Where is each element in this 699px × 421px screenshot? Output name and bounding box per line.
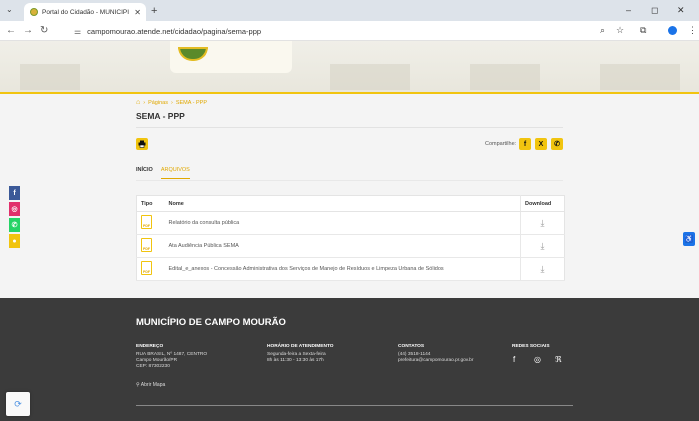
new-tab-button[interactable]: + <box>151 5 157 17</box>
skyline-decoration <box>330 64 410 90</box>
back-arrow-icon[interactable]: ← <box>6 25 16 36</box>
table-row: Edital_e_anexos - Concessão Administrati… <box>136 257 565 281</box>
coat-of-arms-icon <box>178 47 208 61</box>
footer: MUNICÍPIO DE CAMPO MOURÃO ENDEREÇO RUA B… <box>0 298 699 421</box>
share-whatsapp-button[interactable]: ✆ <box>551 138 563 150</box>
pdf-file-icon <box>141 215 152 229</box>
home-icon[interactable]: ⌂ <box>136 99 140 106</box>
download-cell: ⤓ <box>520 257 565 281</box>
close-window-button[interactable]: ✕ <box>677 5 685 16</box>
print-button[interactable] <box>136 138 148 150</box>
side-whatsapp-button[interactable]: ✆ <box>9 218 20 232</box>
forward-arrow-icon[interactable]: → <box>23 25 33 36</box>
skyline-decoration <box>600 64 680 90</box>
table-row: Ata Audiência Pública SEMA ⤓ <box>136 234 565 258</box>
browser-tab[interactable]: Portal do Cidadão - MUNICIPI ✕ <box>24 3 146 21</box>
share-label: Compartilhe: <box>485 141 517 147</box>
address-bar: ← → ↻ ⚌ campomourao.atende.net/cidadao/p… <box>0 21 699 41</box>
accessibility-button[interactable]: ♿ <box>683 232 695 246</box>
footer-address-heading: ENDEREÇO <box>136 344 164 349</box>
tab-title: Portal do Cidadão - MUNICIPI <box>42 8 130 16</box>
map-pin-icon: ⚲ <box>136 382 140 388</box>
open-map-link[interactable]: ⚲ Abrir Mapa <box>136 382 165 388</box>
breadcrumb-item-current[interactable]: SEMA - PPP <box>176 100 207 106</box>
side-facebook-button[interactable]: f <box>9 186 20 200</box>
favicon-icon <box>30 8 38 16</box>
pdf-file-icon <box>141 238 152 252</box>
download-icon[interactable]: ⤓ <box>541 241 545 251</box>
instagram-icon[interactable]: ◎ <box>534 355 541 364</box>
url-text: campomourao.atende.net/cidadao/pagina/se… <box>87 26 262 36</box>
zoom-icon[interactable]: ⌕ <box>600 25 605 36</box>
page-title: SEMA - PPP <box>136 111 185 121</box>
bookmark-star-icon[interactable]: ☆ <box>616 25 624 36</box>
files-table: Tipo Nome Download Relatório da consulta… <box>136 195 565 281</box>
header-banner <box>0 41 699 94</box>
breadcrumb-item-paginas[interactable]: Páginas <box>148 100 168 106</box>
divider <box>136 127 563 128</box>
download-cell: ⤓ <box>520 211 565 235</box>
footer-divider <box>136 405 573 406</box>
side-instagram-button[interactable]: ◎ <box>9 202 20 216</box>
file-type-cell <box>136 257 165 281</box>
table-row: Relatório da consulta pública ⤓ <box>136 211 565 235</box>
download-icon[interactable]: ⤓ <box>541 218 545 228</box>
profile-avatar[interactable] <box>668 26 677 35</box>
download-cell: ⤓ <box>520 234 565 258</box>
footer-hours: HORÁRIO DE ATENDIMENTO Segunda-feira a S… <box>267 344 334 364</box>
footer-email[interactable]: prefeitura@campomourao.pr.gov.br <box>398 358 473 364</box>
recaptcha-badge[interactable]: ⟳ <box>6 392 30 416</box>
extensions-icon[interactable]: ⧉ <box>640 25 646 36</box>
tab-close-icon[interactable]: ✕ <box>134 8 141 17</box>
main-content: ⌂ › Páginas › SEMA - PPP SEMA - PPP Comp… <box>0 94 699 298</box>
file-name-link[interactable]: Relatório da consulta pública <box>164 211 521 235</box>
pdf-file-icon <box>141 261 152 275</box>
url-field[interactable]: ⚌ campomourao.atende.net/cidadao/pagina/… <box>64 23 624 39</box>
download-icon[interactable]: ⤓ <box>541 264 545 274</box>
footer-social: REDES SOCIAIS <box>512 344 550 352</box>
footer-address-line: CEP: 87302230 <box>136 364 170 369</box>
file-name-link[interactable]: Ata Audiência Pública SEMA <box>164 234 521 258</box>
column-header-type: Tipo <box>136 195 165 212</box>
reload-icon[interactable]: ↻ <box>40 25 48 36</box>
breadcrumb-separator: › <box>143 99 146 106</box>
minimize-button[interactable]: – <box>626 5 631 15</box>
printer-icon <box>138 140 146 148</box>
maximize-button[interactable]: ◻ <box>651 5 658 16</box>
content-tabs: INÍCIO ARQUIVOS <box>136 167 190 179</box>
share-facebook-button[interactable]: f <box>519 138 531 150</box>
side-chat-button[interactable]: ● <box>9 234 20 248</box>
municipality-logo[interactable] <box>170 41 292 73</box>
divider <box>136 180 563 181</box>
footer-title: MUNICÍPIO DE CAMPO MOURÃO <box>136 317 286 328</box>
tab-search-icon[interactable]: ⌄ <box>6 5 13 14</box>
breadcrumb-separator: › <box>170 99 173 106</box>
skyline-decoration <box>470 64 540 90</box>
share-x-button[interactable]: X <box>535 138 547 150</box>
footer-social-heading: REDES SOCIAIS <box>512 344 550 349</box>
footer-contacts: CONTATOS (44) 3518-1144 prefeitura@campo… <box>398 344 473 364</box>
breadcrumb: ⌂ › Páginas › SEMA - PPP <box>136 99 207 106</box>
tab-arquivos[interactable]: ARQUIVOS <box>160 167 190 179</box>
footer-address: ENDEREÇO RUA BRASIL, Nº 1487, CENTRO Cam… <box>136 344 207 370</box>
facebook-icon[interactable]: f <box>513 355 515 364</box>
file-type-cell <box>136 234 165 258</box>
site-settings-icon[interactable]: ⚌ <box>74 27 81 36</box>
open-map-label: Abrir Mapa <box>140 382 166 388</box>
footer-hours-heading: HORÁRIO DE ATENDIMENTO <box>267 344 334 349</box>
footer-hours-line: 8h às 11:30 - 13:30 às 17h <box>267 358 324 363</box>
footer-contacts-heading: CONTATOS <box>398 344 425 349</box>
column-header-download: Download <box>520 195 565 212</box>
file-name-link[interactable]: Edital_e_anexos - Concessão Administrati… <box>164 257 521 281</box>
rss-icon[interactable]: ℜ <box>555 355 562 364</box>
tab-inicio[interactable]: INÍCIO <box>136 167 153 179</box>
file-type-cell <box>136 211 165 235</box>
browser-menu-icon[interactable]: ⋮ <box>688 25 697 36</box>
column-header-name: Nome <box>164 195 521 212</box>
skyline-decoration <box>20 64 80 90</box>
browser-tab-bar: ⌄ Portal do Cidadão - MUNICIPI ✕ + – ◻ ✕ <box>0 0 699 21</box>
table-header-row: Tipo Nome Download <box>136 195 565 212</box>
